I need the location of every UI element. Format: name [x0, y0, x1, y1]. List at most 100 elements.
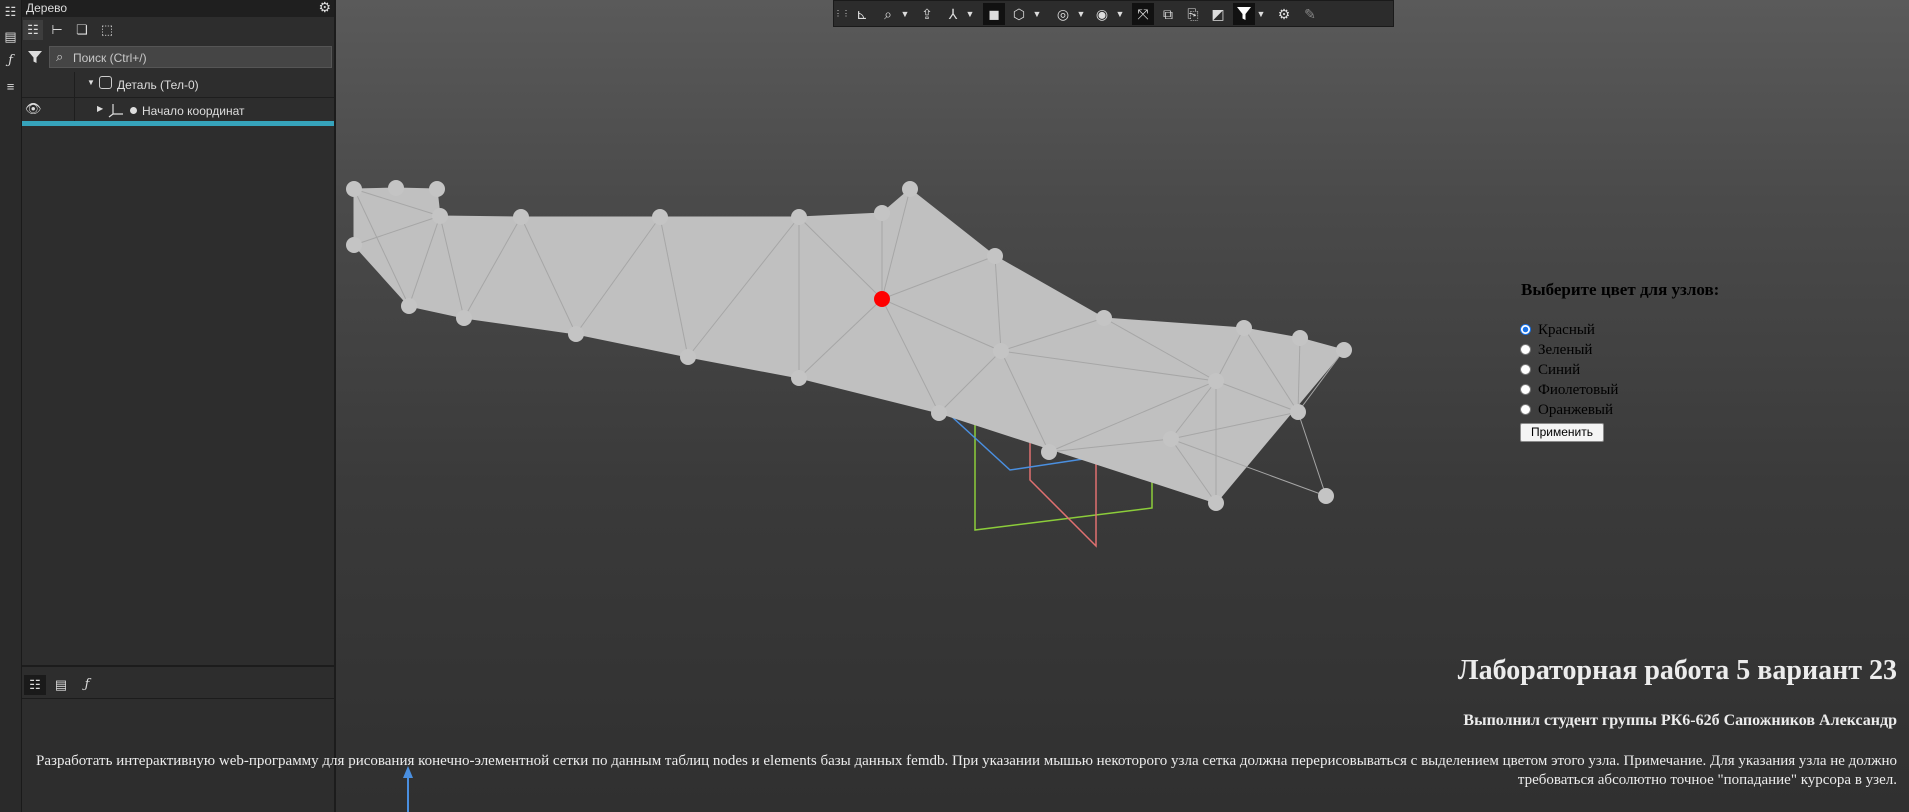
tree-view-icon[interactable]: ☷ — [24, 675, 46, 695]
collapse-arrow-icon[interactable]: ▼ — [87, 78, 95, 87]
radio-button[interactable] — [1520, 364, 1531, 375]
radio-button[interactable] — [1520, 404, 1531, 415]
solid-cube-icon[interactable]: ◼ — [983, 3, 1005, 25]
part-icon — [99, 76, 112, 89]
chevron-down-icon[interactable]: ▼ — [899, 3, 911, 25]
axes-orient-icon[interactable]: ⅄ — [942, 3, 964, 25]
mesh-node[interactable] — [1292, 330, 1308, 346]
mesh-node[interactable] — [680, 349, 696, 365]
search-icon: ⌕ — [56, 49, 64, 64]
settings-view-icon[interactable]: ⚙ — [1273, 3, 1295, 25]
lower-panel-toolbar: ☷ ▤ ƒ — [22, 672, 334, 699]
mesh-node[interactable] — [874, 205, 890, 221]
mesh-node[interactable] — [1208, 495, 1224, 511]
mesh-node[interactable] — [1208, 373, 1224, 389]
chevron-down-icon[interactable]: ▼ — [964, 3, 976, 25]
panel-header: Дерево ⚙ — [22, 0, 334, 17]
mesh-node[interactable] — [1336, 342, 1352, 358]
radio-purple[interactable]: Фиолетовый — [1520, 382, 1618, 400]
lab-title: Лабораторная работа 5 вариант 23 — [1457, 655, 1897, 686]
function-icon[interactable]: ƒ — [2, 51, 19, 71]
mesh-node[interactable] — [346, 237, 362, 253]
function-icon[interactable]: ƒ — [76, 675, 98, 695]
radio-blue[interactable]: Синий — [1520, 362, 1580, 380]
filter-icon[interactable] — [1233, 3, 1255, 25]
mesh-node[interactable] — [456, 310, 472, 326]
tree-panel: Дерево ⚙ ☷ ⊢ ❏ ⬚ ⌕ Поиск (Ctrl+/) ▼ Дета… — [22, 0, 336, 812]
chevron-down-icon[interactable]: ▼ — [1114, 3, 1126, 25]
panel-divider[interactable] — [22, 665, 334, 667]
radio-green[interactable]: Зеленый — [1520, 342, 1592, 360]
tree-view-icon[interactable]: ☷ — [2, 2, 19, 22]
mesh-viewport[interactable] — [336, 28, 1909, 812]
tree-item-part[interactable]: ▼ Деталь (Тел-0) — [22, 72, 334, 98]
mesh-node[interactable] — [1096, 310, 1112, 326]
form-title: Выберите цвет для узлов: — [1521, 280, 1720, 299]
selected-mesh-node[interactable] — [874, 291, 890, 307]
mesh-node[interactable] — [1163, 431, 1179, 447]
search-placeholder: Поиск (Ctrl+/) — [73, 51, 147, 65]
mesh-node[interactable] — [1318, 488, 1334, 504]
properties-icon[interactable]: ▤ — [50, 675, 72, 695]
filter-icon[interactable] — [24, 46, 46, 68]
measure-icon[interactable]: ◩ — [1207, 3, 1229, 25]
components-icon[interactable]: ❏ — [72, 20, 92, 40]
radio-orange[interactable]: Оранжевый — [1520, 402, 1613, 420]
eye-icon[interactable]: 👁 — [25, 101, 42, 117]
mesh-node[interactable] — [432, 208, 448, 224]
mesh-node[interactable] — [1041, 444, 1057, 460]
plane-orient-icon[interactable]: ⇪ — [916, 3, 938, 25]
zoom-icon[interactable]: ⌕ — [877, 3, 899, 25]
radio-button[interactable] — [1520, 384, 1531, 395]
hierarchy-icon[interactable]: ⊢ — [47, 20, 67, 40]
mesh-node[interactable] — [993, 343, 1009, 359]
left-icon-strip: ☷ ▤ ƒ ≡ — [0, 0, 22, 812]
selection-accent-bar — [22, 121, 334, 126]
mesh-node[interactable] — [931, 405, 947, 421]
properties-icon[interactable]: ▤ — [2, 27, 19, 47]
mesh-node[interactable] — [346, 181, 362, 197]
student-line: Выполнил студент группы РК6-62б Сапожник… — [1463, 712, 1897, 729]
mesh-node[interactable] — [987, 248, 1003, 264]
gear-icon[interactable]: ⚙ — [318, 0, 331, 16]
radio-button[interactable] — [1520, 344, 1531, 355]
copy-view-icon[interactable]: ⎘ — [1182, 3, 1204, 25]
eyedropper-icon[interactable]: ✎ — [1299, 3, 1321, 25]
snap-icon[interactable]: ⤧ — [1132, 3, 1154, 25]
wire-cube-icon[interactable]: ⬡ — [1008, 3, 1030, 25]
mesh-node[interactable] — [388, 180, 404, 196]
mesh-node[interactable] — [513, 209, 529, 225]
mesh-node[interactable] — [652, 209, 668, 225]
mesh-node[interactable] — [568, 326, 584, 342]
layers-icon[interactable]: ≡ — [2, 77, 19, 97]
dot-icon — [130, 107, 137, 114]
radio-button[interactable] — [1520, 324, 1531, 335]
mesh-node[interactable] — [1290, 404, 1306, 420]
mesh-node[interactable] — [401, 298, 417, 314]
radio-red[interactable]: Красный — [1520, 322, 1595, 340]
section-icon[interactable]: ⧉ — [1157, 3, 1179, 25]
apply-button[interactable]: Применить — [1520, 423, 1604, 442]
chevron-down-icon[interactable]: ▼ — [1031, 3, 1043, 25]
axes-icon — [108, 102, 124, 121]
search-input[interactable]: ⌕ Поиск (Ctrl+/) — [49, 46, 332, 68]
chevron-down-icon[interactable]: ▼ — [1075, 3, 1087, 25]
mesh-node[interactable] — [791, 209, 807, 225]
tree-item-label: Деталь (Тел-0) — [117, 78, 199, 92]
view-eye-icon[interactable]: ◉ — [1091, 3, 1113, 25]
panel-toolbar: ☷ ⊢ ❏ ⬚ — [22, 18, 334, 42]
chevron-down-icon[interactable]: ▼ — [1255, 3, 1267, 25]
mesh-node[interactable] — [902, 181, 918, 197]
tree-structure-icon[interactable]: ☷ — [23, 20, 43, 40]
expand-arrow-icon[interactable]: ▶ — [97, 104, 103, 113]
viewport-toolbar: ⋮⋮ ⊾ ⌕ ▼ ⇪ ⅄ ▼ ◼ ⬡ ▼ ◎ ▼ ◉ ▼ ⤧ ⧉ ⎘ ◩ ▼ ⚙… — [833, 0, 1394, 27]
sketch-icon[interactable]: ⊾ — [851, 3, 873, 25]
grip-icon[interactable]: ⋮⋮ — [834, 3, 850, 25]
mesh-node[interactable] — [791, 370, 807, 386]
hide-eye-icon[interactable]: ◎ — [1052, 3, 1074, 25]
mesh-node[interactable] — [429, 181, 445, 197]
finite-element-mesh — [346, 180, 1352, 511]
selection-box-icon[interactable]: ⬚ — [97, 20, 117, 40]
mesh-node[interactable] — [1236, 320, 1252, 336]
panel-title: Дерево — [26, 1, 68, 15]
